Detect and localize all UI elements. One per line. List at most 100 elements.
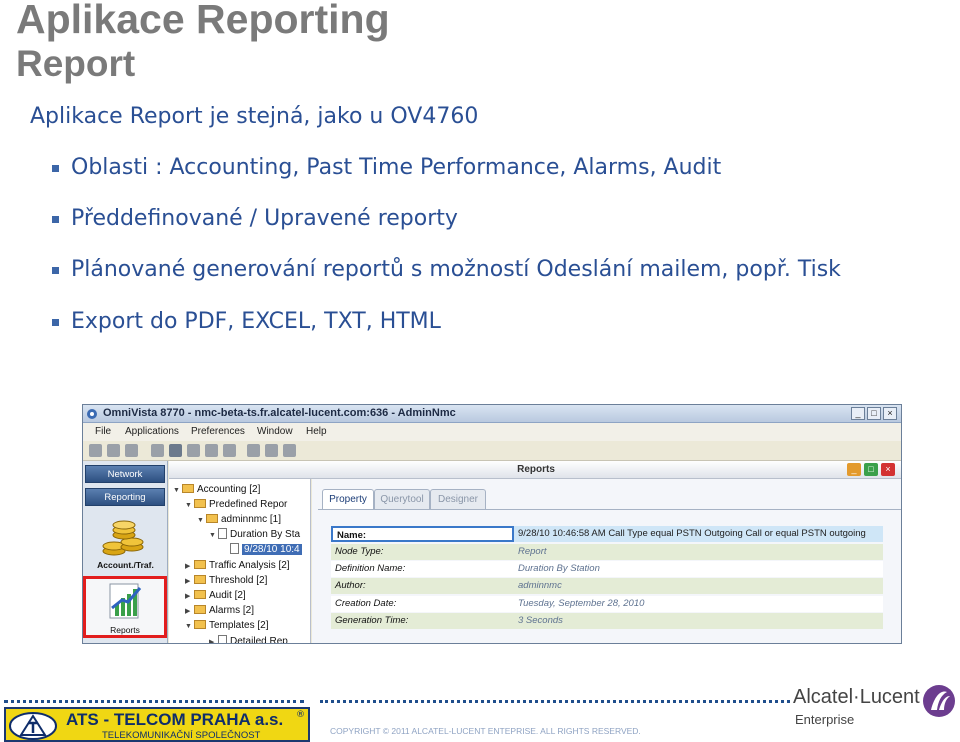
tree-node[interactable]: ▼ Duration By Sta [209,528,300,542]
filter-icon[interactable] [247,444,260,457]
properties-icon[interactable] [151,444,164,457]
collapse-arrow-icon[interactable]: ▶ [185,575,194,589]
new-icon[interactable] [89,444,102,457]
tree-node-label: Alarms [2] [209,605,255,616]
tab-querytool[interactable]: Querytool [374,489,430,509]
property-value: 3 Seconds [514,613,883,629]
minimize-icon[interactable]: _ [851,407,865,420]
accounting-label: Account./Traf. [97,560,154,570]
property-name: Generation Time: [331,613,514,629]
property-value: adminnmc [514,578,883,594]
tree-node-label: Duration By Sta [230,529,301,540]
window-titlebar: OmniVista 8770 - nmc-beta-ts.fr.alcatel-… [83,405,901,423]
omnivista-app-icon [87,409,97,419]
ats-registered-mark: ® [296,710,305,720]
font-icon[interactable] [205,444,218,457]
folder-icon [194,499,206,508]
property-value: Tuesday, September 28, 2010 [514,596,883,612]
property-name: Node Type: [331,544,514,560]
refresh-icon[interactable] [169,444,182,457]
footer-dotted-divider [320,700,790,703]
property-row: Node Type: Report [331,544,883,560]
reports-chart-icon [109,583,142,619]
tree-node[interactable]: ▶ Threshold [2] [185,574,267,588]
bullet-marker-icon [52,267,59,274]
print-icon[interactable] [187,444,200,457]
tree-node[interactable]: ▼ Templates [2] [185,619,268,633]
folder-icon [194,620,206,629]
copy-icon[interactable] [265,444,278,457]
bullet-text: Export do PDF, EXCEL, TXT, HTML [71,309,441,334]
collapse-arrow-icon[interactable]: ▶ [209,636,218,643]
menu-window[interactable]: Window [257,426,293,437]
bullet-marker-icon [52,165,59,172]
folder-icon [194,575,206,584]
collapse-arrow-icon[interactable]: ▶ [185,560,194,574]
nav-sidebar: Network Reporting Account./Traf. Reports [83,461,168,643]
reports-nav-item[interactable]: Reports [83,576,167,638]
bullet-marker-icon [52,319,59,326]
tree-node-label: Audit [2] [209,590,246,601]
panel-minimize-icon[interactable]: _ [847,463,861,476]
tab-designer[interactable]: Designer [430,489,486,509]
tree-node-label: Threshold [2] [209,575,268,586]
toolbar [83,441,901,461]
tree-node[interactable]: ▼ Accounting [2] [173,483,260,497]
tab-divider [318,509,901,510]
maximize-icon[interactable]: □ [867,407,881,420]
slide-title: Aplikace Reporting [16,0,390,42]
expand-arrow-icon[interactable]: ▼ [209,529,218,543]
property-value[interactable]: 9/28/10 10:46:58 AM Call Type equal PSTN… [514,526,883,542]
expand-arrow-icon[interactable]: ▼ [197,514,206,528]
property-name: Author: [331,578,514,594]
tree-node[interactable]: ▶ Alarms [2] [185,604,254,618]
tree-node-label: Templates [2] [209,620,269,631]
menu-applications[interactable]: Applications [125,426,179,437]
property-row: Name: 9/28/10 10:46:58 AM Call Type equa… [331,526,883,542]
property-value: Report [514,544,883,560]
bullet-marker-icon [52,216,59,223]
bullet-text: Oblasti : Accounting, Past Time Performa… [71,155,722,180]
tab-property[interactable]: Property [322,489,374,509]
close-icon[interactable]: × [883,407,897,420]
tree-node[interactable]: ▶ Audit [2] [185,589,246,603]
panel-restore-icon[interactable]: □ [864,463,878,476]
expand-arrow-icon[interactable]: ▼ [173,484,182,498]
property-name: Creation Date: [331,596,514,612]
property-value: Duration By Station [514,561,883,577]
reports-label: Reports [110,625,140,635]
tree-node[interactable]: ▼ Predefined Repor [185,498,287,512]
delete-icon[interactable] [125,444,138,457]
nav-network-button[interactable]: Network [85,465,165,483]
property-name: Definition Name: [331,561,514,577]
property-row: Author: adminnmc [331,578,883,594]
collapse-arrow-icon[interactable]: ▶ [185,605,194,619]
bullet-text: Plánované generování reportů s možností … [71,257,841,282]
ats-tagline: TELEKOMUNIKAČNÍ SPOLEČNOST [102,730,261,741]
coins-icon[interactable] [100,517,146,559]
property-name[interactable]: Name: [331,526,514,542]
expand-arrow-icon[interactable]: ▼ [185,499,194,513]
reports-panel-title: Reports [517,464,555,475]
collapse-arrow-icon[interactable]: ▶ [185,590,194,604]
menu-preferences[interactable]: Preferences [191,426,245,437]
expand-icon[interactable] [283,444,296,457]
ats-triangle-icon [9,712,57,740]
tree-node[interactable]: ▼ adminnmc [1] [197,513,281,527]
copyright-text: COPYRIGHT © 2011 ALCATEL-LUCENT ENTEPRIS… [330,726,641,736]
cut-icon[interactable] [223,444,236,457]
tree-node[interactable]: ▶ Traffic Analysis [2] [185,559,290,573]
folder-icon [194,605,206,614]
expand-arrow-icon[interactable]: ▼ [185,620,194,634]
tree-node[interactable]: ▶ Detailed Rep [209,635,288,643]
nav-reporting-button[interactable]: Reporting [85,488,165,506]
tree-node-label: Accounting [2] [197,484,261,495]
tree-node-label: 9/28/10 10:4 [242,544,302,555]
report-doc-icon [218,635,227,643]
save-icon[interactable] [107,444,120,457]
tree-node-selected[interactable]: 9/28/10 10:4 [221,543,302,557]
panel-close-icon[interactable]: × [881,463,895,476]
menu-help[interactable]: Help [306,426,327,437]
alcatel-lucent-subtitle: Enterprise [795,712,855,727]
menu-file[interactable]: File [95,426,111,437]
